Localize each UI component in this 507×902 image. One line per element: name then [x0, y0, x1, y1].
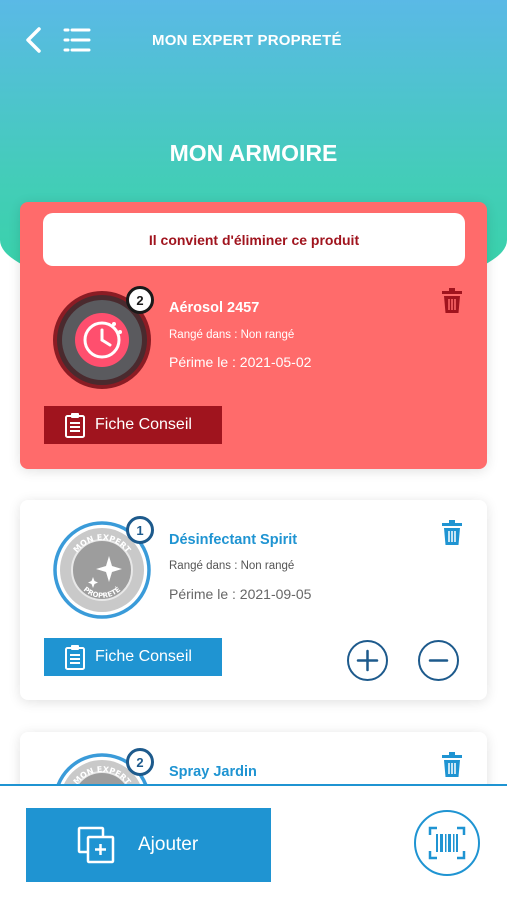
hamburger-icon	[63, 28, 91, 52]
fiche-conseil-label: Fiche Conseil	[95, 648, 192, 665]
fiche-conseil-button[interactable]: Fiche Conseil	[44, 406, 222, 444]
top-bar: MON EXPERT PROPRETÉ	[0, 20, 507, 60]
product-badge: 2	[52, 286, 154, 390]
product-location: Rangé dans : Non rangé	[169, 560, 295, 572]
clipboard-icon	[65, 413, 85, 438]
product-name: Aérosol 2457	[169, 300, 260, 316]
product-card: MON EXPERT PROPRETÉ 1 Désinfectant Spiri…	[20, 500, 487, 700]
app-title: MON EXPERT PROPRETÉ	[152, 32, 342, 49]
menu-button[interactable]	[62, 26, 92, 54]
count-badge: 2	[126, 748, 154, 776]
product-location: Rangé dans : Non rangé	[169, 329, 295, 341]
alert-banner: Il convient d'éliminer ce produit	[43, 213, 465, 266]
fiche-conseil-label: Fiche Conseil	[95, 416, 192, 433]
product-badge: MON EXPERT PROPRETÉ 1	[52, 516, 154, 620]
clipboard-icon	[65, 645, 85, 670]
count-badge: 1	[126, 516, 154, 544]
add-copy-icon	[77, 826, 115, 864]
product-name: Désinfectant Spirit	[169, 532, 298, 548]
footer-bar: Ajouter	[0, 784, 507, 902]
scan-button[interactable]	[414, 810, 480, 876]
back-button[interactable]	[22, 24, 46, 56]
fiche-conseil-button[interactable]: Fiche Conseil	[44, 638, 222, 676]
chevron-left-icon	[26, 27, 41, 53]
trash-icon	[442, 520, 462, 545]
product-expiry: Périme le : 2021-09-05	[169, 586, 312, 602]
decrement-button[interactable]	[418, 640, 459, 681]
delete-button[interactable]	[441, 288, 463, 314]
product-card-expired: Il convient d'éliminer ce produit 2 Aéro…	[20, 202, 487, 469]
delete-button[interactable]	[441, 520, 463, 546]
product-expiry: Périme le : 2021-05-02	[169, 354, 312, 370]
page-title: MON ARMOIRE	[169, 140, 338, 166]
minus-icon	[428, 659, 449, 662]
plus-icon	[356, 649, 379, 672]
delete-button[interactable]	[441, 752, 463, 778]
count-badge: 2	[126, 286, 154, 314]
product-name: Spray Jardin	[169, 764, 257, 780]
barcode-scan-icon	[428, 826, 466, 860]
increment-button[interactable]	[347, 640, 388, 681]
add-button[interactable]: Ajouter	[26, 808, 271, 882]
trash-icon	[442, 752, 462, 777]
add-label: Ajouter	[138, 834, 199, 855]
trash-icon	[442, 288, 462, 313]
